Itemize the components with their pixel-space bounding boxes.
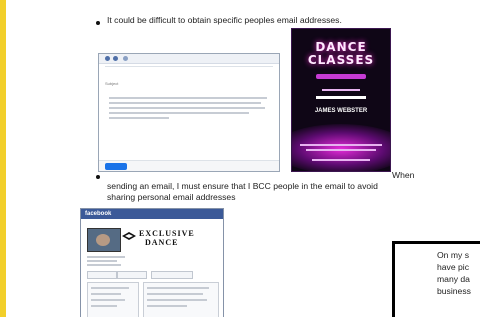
email-send-bar xyxy=(99,160,279,171)
text-box-line-2: have pic xyxy=(437,262,470,272)
feed-line xyxy=(147,305,187,307)
poster-teacher: JAMES WEBSTER xyxy=(314,108,368,114)
bullet-marker xyxy=(96,21,100,25)
dance-classes-poster: DANCE CLASSES JAMES WEBSTER xyxy=(291,28,391,172)
dance-logo-icon xyxy=(122,232,136,240)
email-to-row xyxy=(105,66,273,67)
email-screenshot: Subject xyxy=(98,53,280,172)
email-toolbar xyxy=(99,54,279,64)
cover-text-line-1: EXCLUSIVE xyxy=(139,229,195,238)
bullet-marker xyxy=(96,175,100,179)
text-box-line-3: many da xyxy=(437,274,470,284)
poster-small-text xyxy=(322,89,360,91)
sidebar-line xyxy=(91,287,129,289)
email-body-line xyxy=(109,102,261,104)
sidebar-line xyxy=(91,293,121,295)
bullet-text-2-end: When xyxy=(392,170,415,180)
email-body-line xyxy=(109,97,267,99)
feed-line xyxy=(147,299,207,301)
poster-small-text xyxy=(300,144,382,146)
document-page: It could be difficult to obtain specific… xyxy=(6,0,480,317)
cover-text-line-2: DANCE xyxy=(145,238,179,247)
page-tab xyxy=(151,271,193,279)
poster-title: DANCE CLASSES xyxy=(292,41,390,67)
poster-glow xyxy=(292,124,390,171)
email-body-line xyxy=(109,117,169,119)
text-box-line-1: On my s xyxy=(437,250,469,260)
email-body xyxy=(109,97,267,122)
facebook-header: facebook xyxy=(81,209,223,219)
bullet-text-1: It could be difficult to obtain specific… xyxy=(107,15,342,25)
poster-title-line-2: CLASSES xyxy=(307,53,375,67)
sidebar-line xyxy=(91,305,117,307)
feed-line xyxy=(147,293,203,295)
email-subject-label: Subject xyxy=(105,81,119,86)
facebook-cover-text: EXCLUSIVE DANCE xyxy=(139,229,195,247)
poster-small-text xyxy=(316,96,366,99)
profile-photo xyxy=(87,228,121,252)
toolbar-icon xyxy=(113,56,118,61)
poster-small-text xyxy=(306,149,376,151)
toolbar-icon xyxy=(105,56,110,61)
email-body-line xyxy=(109,107,265,109)
page-tab xyxy=(117,271,147,279)
text-box-line-4: business xyxy=(437,286,471,296)
page-info-line xyxy=(87,260,117,262)
toolbar-icon xyxy=(123,56,128,61)
poster-tag xyxy=(316,74,366,79)
email-body-line xyxy=(109,112,249,114)
facebook-page-screenshot: facebook EXCLUSIVE DANCE xyxy=(80,208,224,317)
page-tab xyxy=(87,271,117,279)
bullet-text-2-line-3: sharing personal email addresses xyxy=(107,192,236,202)
poster-small-text xyxy=(312,159,370,161)
bullet-text-2-line-2: sending an email, I must ensure that I B… xyxy=(107,181,378,191)
feed-line xyxy=(147,287,209,289)
send-button xyxy=(105,163,127,170)
sidebar-line xyxy=(91,299,125,301)
page-info-line xyxy=(87,256,125,258)
page-info-line xyxy=(87,264,121,266)
